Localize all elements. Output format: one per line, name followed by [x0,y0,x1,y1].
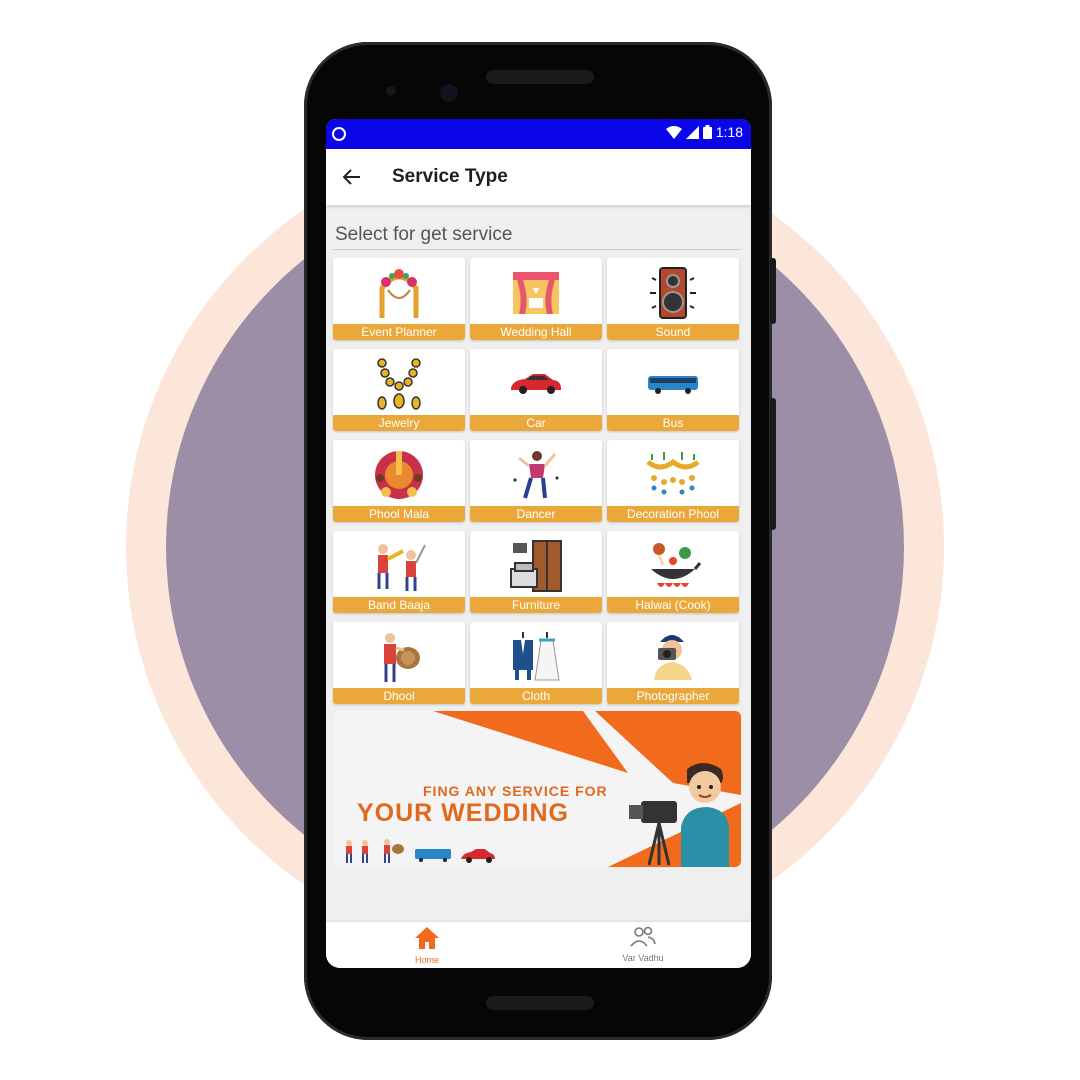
promo-banner[interactable]: FING ANY SERVICE FOR YOUR WEDDING [333,711,741,867]
section-heading: Select for get service [335,224,513,245]
service-tile-dancer[interactable]: Dancer [470,440,602,522]
front-camera [440,84,458,102]
service-tile-phool-mala[interactable]: Phool Mala [333,440,465,522]
service-tile-bus[interactable]: Bus [607,349,739,431]
necklace-icon [333,355,465,413]
car-icon [470,355,602,413]
furniture-icon [470,537,602,595]
bottom-speaker [486,996,594,1010]
people-icon [630,926,656,947]
service-label: Photographer [607,688,739,704]
nav-item-var-vadhu[interactable]: Var Vadhu [598,926,688,963]
banner-tagline: FING ANY SERVICE FOR [423,783,608,799]
service-label: Dancer [470,506,602,522]
speaker-icon [607,264,739,322]
photographer-mascot-icon [629,763,729,867]
service-tile-event-planner[interactable]: Event Planner [333,258,465,340]
dhol-drummer-icon [333,628,465,686]
service-label: Halwai (Cook) [607,597,739,613]
service-label: Dhool [333,688,465,704]
wedding-hall-icon [470,264,602,322]
app-bar: Service Type [326,149,751,205]
service-label: Event Planner [333,324,465,340]
bottom-navigation: Home Var Vadhu [326,922,751,968]
photographer-icon [607,628,739,686]
service-label: Phool Mala [333,506,465,522]
section-divider [333,249,741,250]
wifi-icon [665,125,682,139]
nav-label-home: Home [414,955,439,965]
app-screen: 1:18 Service Type Select for get service… [326,119,751,968]
service-tile-car[interactable]: Car [470,349,602,431]
service-label: Sound [607,324,739,340]
service-label: Decoration Phool [607,506,739,522]
status-bar: 1:18 [326,119,751,149]
flower-garland-icon [333,446,465,504]
cooking-pan-icon [607,537,739,595]
banner-service-icons [346,839,495,863]
nav-label-var-vadhu: Var Vadhu [622,953,664,963]
service-label: Bus [607,415,739,431]
service-label: Cloth [470,688,602,704]
band-players-icon [333,537,465,595]
service-tile-decoration-phool[interactable]: Decoration Phool [607,440,739,522]
bus-icon [607,355,739,413]
signal-icon [685,125,699,139]
service-tile-cloth[interactable]: Cloth [470,622,602,704]
volume-button [770,398,776,530]
service-tile-wedding-hall[interactable]: Wedding Hall [470,258,602,340]
service-label: Furniture [470,597,602,613]
top-speaker [486,70,594,84]
service-tile-band-baaja[interactable]: Band Baaja [333,531,465,613]
service-label: Band Baaja [333,597,465,613]
home-icon [415,927,439,949]
service-tile-furniture[interactable]: Furniture [470,531,602,613]
service-label: Jewelry [333,415,465,431]
back-button[interactable] [334,159,370,195]
flower-decoration-icon [607,446,739,504]
service-tile-photographer[interactable]: Photographer [607,622,739,704]
battery-icon [702,125,712,139]
floral-arch-icon [333,264,465,322]
service-tile-dhool[interactable]: Dhool [333,622,465,704]
status-icons: 1:18 [665,124,743,140]
dancer-icon [470,446,602,504]
nav-item-home[interactable]: Home [382,926,472,965]
banner-headline: YOUR WEDDING [357,799,569,827]
arrow-left-icon [342,169,360,185]
service-label: Wedding Hall [470,324,602,340]
service-tile-sound[interactable]: Sound [607,258,739,340]
wedding-clothes-icon [470,628,602,686]
service-label: Car [470,415,602,431]
service-tile-jewelry[interactable]: Jewelry [333,349,465,431]
service-tile-halwai-cook[interactable]: Halwai (Cook) [607,531,739,613]
service-grid: Event Planner Wedding Hall Sound Jewelry [333,258,741,704]
status-time: 1:18 [715,124,743,140]
power-button [770,258,776,324]
page-title: Service Type [392,166,508,187]
notification-icon [332,127,346,141]
front-sensor [386,86,396,96]
